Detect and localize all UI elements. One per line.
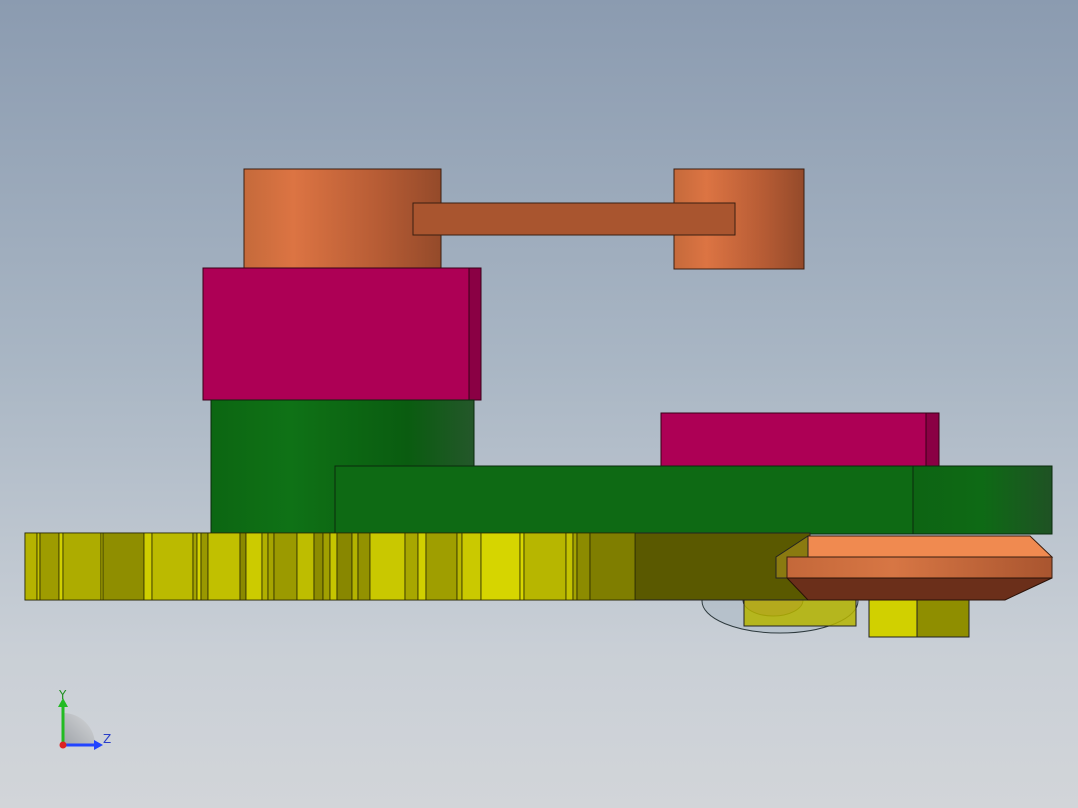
- graphics-viewport[interactable]: Y Z: [0, 0, 1078, 808]
- gear-tooth-facet: [425, 532, 458, 601]
- gear-tooth-facet: [404, 532, 419, 601]
- gear-tooth-facet: [36, 532, 41, 601]
- x-axis-dot: [59, 741, 67, 749]
- gear-tooth-facet: [322, 532, 331, 601]
- gear-tooth-facet: [369, 532, 406, 601]
- orange-plate[interactable]: [775, 535, 1054, 601]
- gear-tooth-facet: [523, 532, 567, 601]
- gear-tooth-facet: [480, 532, 521, 601]
- gear-tooth-facet: [357, 532, 371, 601]
- gear-tooth-facet: [456, 532, 463, 601]
- gear-tooth-facet: [192, 532, 198, 601]
- magenta-block-small-side[interactable]: [925, 412, 940, 468]
- yellow-gear-base[interactable]: [24, 532, 811, 601]
- gear-tooth-facet: [417, 532, 427, 601]
- gear-tooth-facet: [239, 532, 247, 601]
- gear-tooth-facet: [572, 532, 578, 601]
- gear-tooth-facet: [102, 532, 145, 601]
- gear-tooth-facet: [24, 532, 38, 601]
- gear-tooth-facet: [313, 532, 324, 601]
- triad-arc: [63, 713, 95, 745]
- copper-post-left[interactable]: [243, 168, 442, 270]
- gear-tooth-facet: [267, 532, 275, 601]
- magenta-block-small[interactable]: [660, 412, 927, 468]
- gear-tooth-facet: [576, 532, 591, 601]
- gear-tooth-facet: [245, 532, 263, 601]
- gear-tooth-facet: [519, 532, 525, 601]
- gear-tooth-facet: [151, 532, 194, 601]
- top-copper-assembly[interactable]: [243, 168, 805, 270]
- model-scene[interactable]: [0, 0, 1078, 808]
- gear-tooth-facet: [143, 532, 153, 601]
- gear-tooth-facet: [58, 532, 64, 601]
- gear-tooth-facet: [273, 532, 298, 601]
- gear-tooth-facet: [62, 532, 102, 601]
- gear-tooth-facet: [296, 532, 315, 601]
- plate-top-face[interactable]: [785, 535, 1054, 558]
- gear-tooth-facet: [461, 532, 482, 601]
- green-arm-end[interactable]: [912, 465, 1053, 535]
- triad-y-label: Y: [59, 688, 67, 702]
- gear-tooth-facet: [39, 532, 60, 601]
- z-axis-arrow: [94, 740, 103, 750]
- coordinate-triad: [58, 698, 103, 750]
- gear-tooth-facet: [261, 532, 269, 601]
- gear-tooth-facet: [329, 532, 338, 601]
- magenta-block-large[interactable]: [202, 267, 470, 401]
- plate-bottom-chamfer[interactable]: [785, 577, 1053, 601]
- copper-link-bar[interactable]: [412, 202, 736, 236]
- yellow-nut-side[interactable]: [916, 595, 970, 638]
- magenta-block-large-side[interactable]: [468, 267, 482, 401]
- triad-z-label: Z: [103, 732, 112, 746]
- plate-front-face[interactable]: [786, 556, 1053, 579]
- green-arm[interactable]: [334, 465, 914, 535]
- gear-tooth-facet: [207, 532, 241, 601]
- gear-tooth-facet: [336, 532, 353, 601]
- gear-tooth-facet: [351, 532, 359, 601]
- gear-tooth-facet: [200, 532, 209, 601]
- gear-tooth-facet: [589, 532, 636, 601]
- gear-tooth-facet: [565, 532, 574, 601]
- gear-tooth-facet: [196, 532, 202, 601]
- yellow-nut-front[interactable]: [868, 595, 918, 638]
